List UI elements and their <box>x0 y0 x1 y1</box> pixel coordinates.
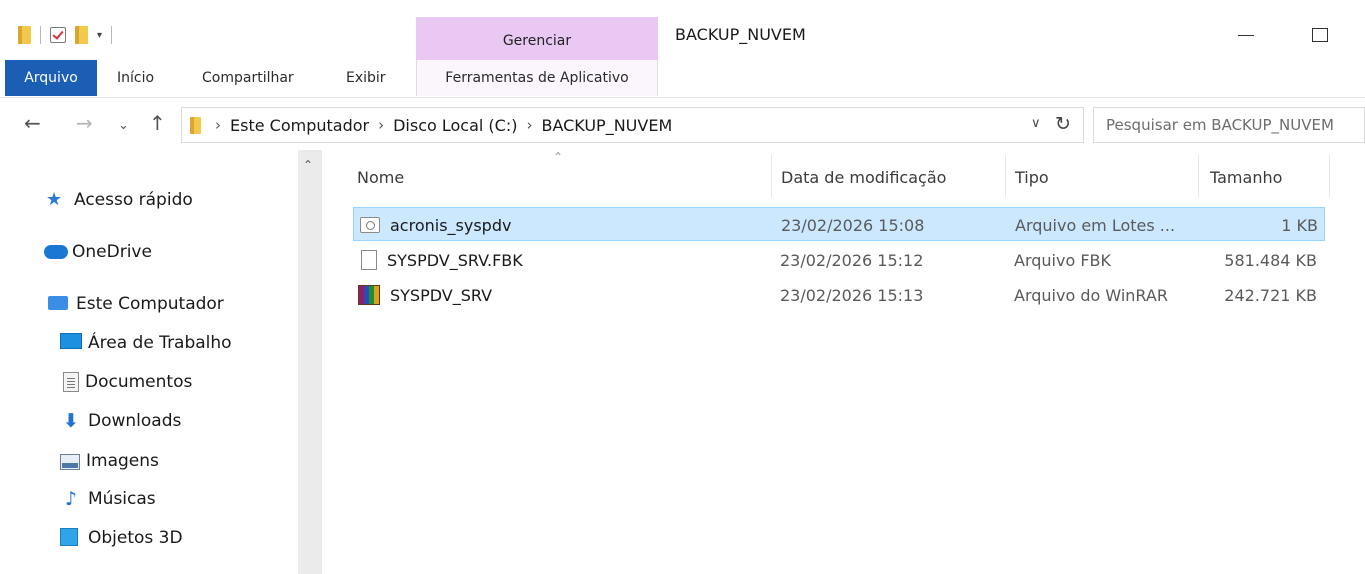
nav-item-onedrive[interactable]: OneDrive <box>44 242 152 262</box>
star-icon: ★ <box>46 189 63 210</box>
file-date: 23/02/2026 15:08 <box>781 215 925 235</box>
nav-item-label: Downloads <box>88 411 182 431</box>
nav-item-area-de-trabalho[interactable]: Área de Trabalho <box>60 333 232 353</box>
cube-icon <box>60 528 82 548</box>
breadcrumb-backup-nuvem[interactable]: BACKUP_NUVEM <box>541 116 672 135</box>
column-header-size[interactable]: Tamanho <box>1210 155 1282 199</box>
column-divider[interactable] <box>1198 155 1199 197</box>
ribbon-tabs: Arquivo Início Compartilhar Exibir Ferra… <box>0 60 1365 98</box>
back-arrow-icon[interactable]: ← <box>24 112 41 134</box>
folder-icon <box>190 116 201 134</box>
search-box[interactable] <box>1093 107 1365 143</box>
breadcrumb-este-computador[interactable]: Este Computador <box>230 116 369 135</box>
column-header-date-modified[interactable]: Data de modificação <box>781 155 946 199</box>
nav-item-musicas[interactable]: ♪ Músicas <box>60 489 156 509</box>
address-history-chevron-icon[interactable]: ∨ <box>1031 116 1041 131</box>
divider <box>111 26 113 44</box>
nav-item-videos[interactable] <box>60 562 88 574</box>
cloud-icon <box>44 242 68 262</box>
address-bar[interactable]: › Este Computador › Disco Local (C:) › B… <box>181 107 1084 143</box>
column-header-name[interactable]: Nome <box>357 155 404 199</box>
search-input[interactable] <box>1106 116 1364 134</box>
file-date: 23/02/2026 15:12 <box>780 250 924 270</box>
window-title: BACKUP_NUVEM <box>675 25 806 44</box>
computer-icon <box>48 294 70 314</box>
nav-item-acesso-rapido[interactable]: ★ Acesso rápido <box>46 189 193 211</box>
column-divider[interactable] <box>771 155 772 197</box>
new-folder-icon[interactable] <box>75 26 88 44</box>
title-bar: ▾ Gerenciar BACKUP_NUVEM <box>0 0 1365 60</box>
minimize-icon[interactable] <box>1236 20 1258 50</box>
nav-item-label: Documentos <box>85 372 193 392</box>
file-size: 242.721 KB <box>1224 285 1317 305</box>
video-icon <box>60 562 82 574</box>
tab-ferramentas-de-aplicativo[interactable]: Ferramentas de Aplicativo <box>416 60 658 96</box>
column-header-type[interactable]: Tipo <box>1015 155 1049 199</box>
breadcrumb-disco-local[interactable]: Disco Local (C:) <box>393 116 517 135</box>
nav-item-label: Área de Trabalho <box>88 333 232 353</box>
file-name-cell: SYSPDV_SRV.FBK <box>361 243 523 277</box>
tab-arquivo[interactable]: Arquivo <box>5 60 97 96</box>
file-size: 581.484 KB <box>1224 250 1317 270</box>
music-icon: ♪ <box>64 488 78 510</box>
manage-context-tab-header: Gerenciar <box>416 17 658 60</box>
file-row[interactable]: SYSPDV_SRV.FBK 23/02/2026 15:12 Arquivo … <box>353 243 1325 277</box>
nav-item-este-computador[interactable]: Este Computador <box>48 294 224 314</box>
winrar-icon <box>358 285 380 305</box>
file-date: 23/02/2026 15:13 <box>780 285 924 305</box>
breadcrumb-separator-icon[interactable]: › <box>526 116 532 134</box>
file-type: Arquivo do WinRAR <box>1014 285 1168 305</box>
file-name-cell: SYSPDV_SRV <box>358 278 492 312</box>
properties-icon[interactable] <box>50 27 66 43</box>
up-arrow-icon[interactable]: ↑ <box>149 112 166 134</box>
column-divider[interactable] <box>1005 155 1006 197</box>
recent-locations-chevron-icon[interactable]: ⌄ <box>118 115 129 137</box>
sort-ascending-chevron-icon: ⌃ <box>553 150 564 164</box>
maximize-icon[interactable] <box>1312 28 1328 42</box>
nav-item-documentos[interactable]: Documentos <box>60 372 192 392</box>
nav-item-objetos-3d[interactable]: Objetos 3D <box>60 528 183 548</box>
scroll-up-chevron-icon[interactable]: ⌃ <box>303 158 313 172</box>
pictures-icon <box>60 454 80 470</box>
folder-icon[interactable] <box>18 26 31 44</box>
tab-compartilhar[interactable]: Compartilhar <box>202 60 294 96</box>
file-name: acronis_syspdv <box>390 215 512 235</box>
generic-file-icon <box>361 250 377 270</box>
refresh-icon[interactable]: ↻ <box>1055 113 1071 135</box>
nav-item-label: Objetos 3D <box>88 528 183 548</box>
desktop-icon <box>60 333 82 353</box>
nav-item-label: Acesso rápido <box>74 190 193 210</box>
nav-item-label: Músicas <box>88 489 156 509</box>
customize-toolbar-chevron-icon[interactable]: ▾ <box>97 30 102 41</box>
nav-item-label: OneDrive <box>72 242 152 262</box>
file-name: SYSPDV_SRV.FBK <box>387 250 523 270</box>
nav-item-label: Imagens <box>86 451 159 471</box>
nav-item-label: Este Computador <box>76 294 224 314</box>
file-name: SYSPDV_SRV <box>390 285 493 305</box>
file-type: Arquivo FBK <box>1014 250 1111 270</box>
documents-icon <box>63 372 79 392</box>
navigation-pane: ★ Acesso rápido OneDrive Este Computador… <box>0 150 325 574</box>
navigation-scrollbar[interactable] <box>298 150 322 574</box>
file-size: 1 KB <box>1281 215 1318 235</box>
tab-inicio[interactable]: Início <box>117 60 154 96</box>
breadcrumb-separator-icon[interactable]: › <box>215 116 221 134</box>
batch-file-icon <box>360 217 380 233</box>
column-divider[interactable] <box>1329 155 1330 197</box>
tab-exibir[interactable]: Exibir <box>346 60 386 96</box>
divider <box>40 26 41 44</box>
breadcrumb-separator-icon[interactable]: › <box>378 116 384 134</box>
file-row[interactable]: SYSPDV_SRV 23/02/2026 15:13 Arquivo do W… <box>353 278 1325 312</box>
download-icon: ⬇ <box>63 410 79 432</box>
quick-access-toolbar: ▾ <box>18 24 113 46</box>
file-name-cell: acronis_syspdv <box>360 208 511 242</box>
nav-item-downloads[interactable]: ⬇ Downloads <box>60 411 181 431</box>
file-type: Arquivo em Lotes ... <box>1015 215 1176 235</box>
navigation-bar: ← → ⌄ ↑ › Este Computador › Disco Local … <box>0 103 1365 145</box>
nav-item-imagens[interactable]: Imagens <box>60 451 159 471</box>
file-row[interactable]: acronis_syspdv 23/02/2026 15:08 Arquivo … <box>353 207 1325 241</box>
forward-arrow-icon[interactable]: → <box>76 112 93 134</box>
